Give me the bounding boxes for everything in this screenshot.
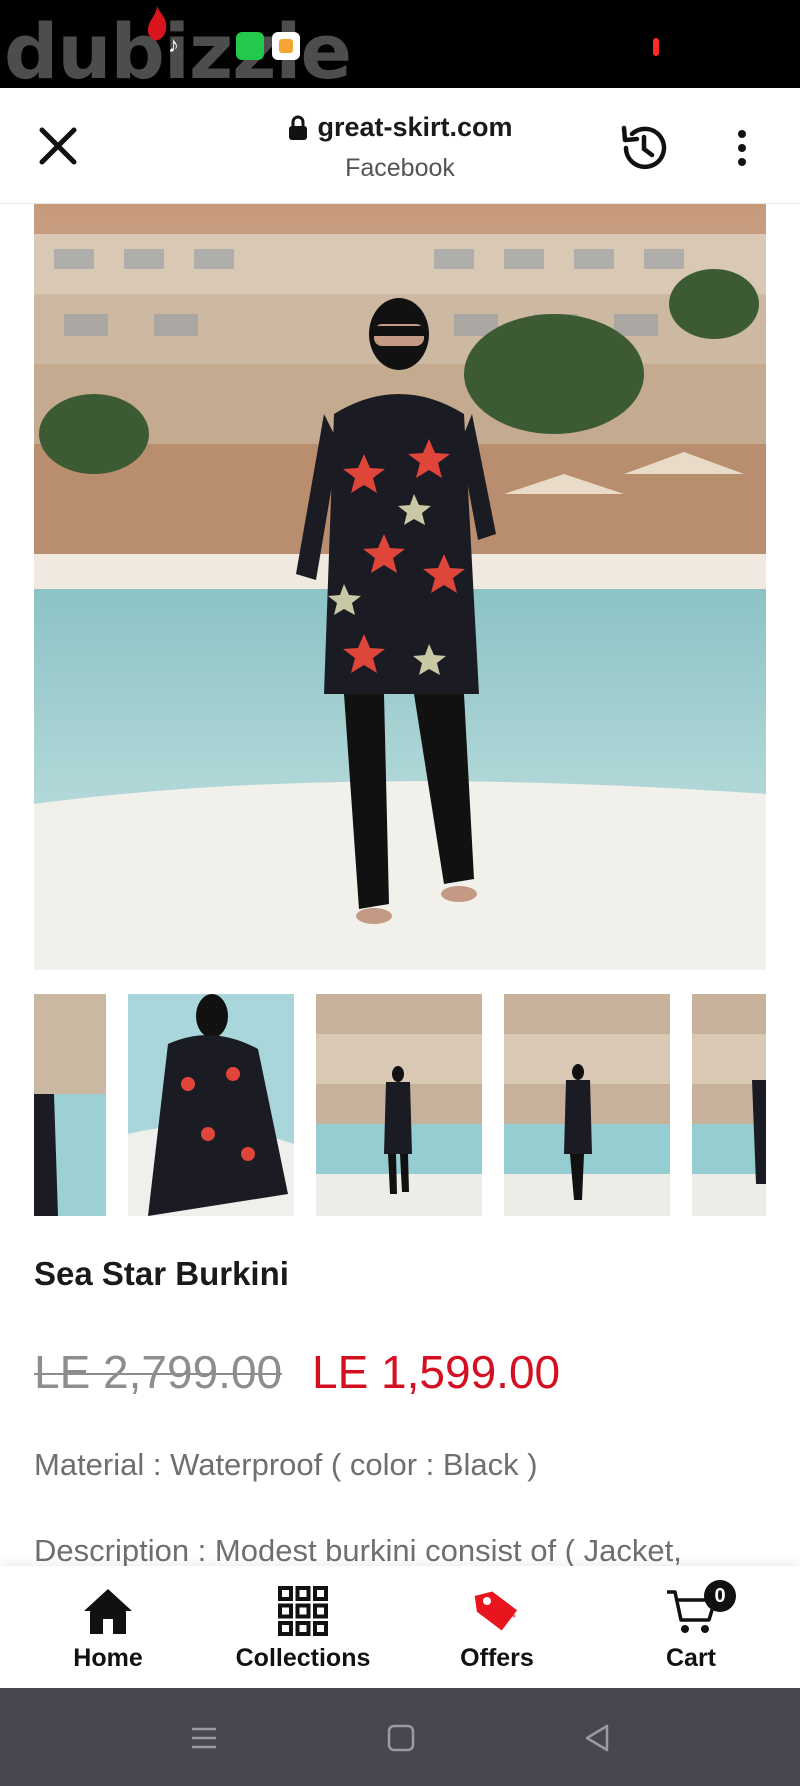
nav-home[interactable]: Home xyxy=(23,1584,193,1673)
tag-icon xyxy=(474,1591,518,1631)
original-price: LE 2,799.00 xyxy=(34,1346,283,1398)
nav-offers-label: Offers xyxy=(460,1644,534,1672)
product-main-image[interactable] xyxy=(34,204,766,970)
grid-icon xyxy=(278,1586,328,1636)
home-icon xyxy=(84,1589,132,1634)
browser-url-bar: great-skirt.com Facebook xyxy=(0,88,800,204)
product-description: Description : Modest burkini consist of … xyxy=(34,1533,682,1568)
home-button-icon[interactable] xyxy=(383,1720,419,1756)
status-bar: dubizzle ♪ xyxy=(0,0,800,90)
app-orange-icon xyxy=(272,32,300,60)
system-navigation-bar xyxy=(0,1688,800,1786)
lock-icon xyxy=(289,115,308,140)
nav-cart[interactable]: 0 Cart xyxy=(606,1580,776,1673)
nav-home-label: Home xyxy=(73,1644,143,1672)
product-title: Sea Star Burkini xyxy=(34,1255,289,1292)
thumbnail-strip xyxy=(34,994,766,1216)
product-material: Material : Waterproof ( color : Black ) xyxy=(34,1447,538,1482)
more-vert-icon[interactable] xyxy=(724,124,760,172)
record-dot-icon xyxy=(653,38,659,56)
url-area[interactable]: great-skirt.com Facebook xyxy=(230,112,570,183)
thumbnail-5[interactable] xyxy=(692,994,766,1216)
thumbnail-2[interactable] xyxy=(128,994,294,1216)
recent-apps-icon[interactable] xyxy=(186,1720,222,1756)
referrer-text: Facebook xyxy=(345,153,455,182)
nav-collections[interactable]: Collections xyxy=(218,1584,388,1673)
thumbnail-3[interactable] xyxy=(316,994,482,1216)
tiktok-icon: ♪ xyxy=(168,32,179,57)
nav-cart-label: Cart xyxy=(665,1644,716,1672)
app-green-icon xyxy=(236,32,264,60)
flame-icon xyxy=(147,6,167,41)
close-icon[interactable] xyxy=(34,122,82,170)
cart-count-badge: 0 xyxy=(704,1580,736,1612)
sale-price: LE 1,599.00 xyxy=(312,1346,561,1398)
back-icon[interactable] xyxy=(580,1720,616,1756)
nav-collections-label: Collections xyxy=(235,1644,371,1672)
nav-offers[interactable]: Offers xyxy=(412,1584,582,1673)
history-icon[interactable] xyxy=(616,120,672,176)
thumbnail-4[interactable] xyxy=(504,994,670,1216)
url-text: great-skirt.com xyxy=(317,112,513,142)
thumbnail-1[interactable] xyxy=(34,994,106,1216)
bottom-navigation: Home Collections Offers 0 Cart xyxy=(0,1566,800,1688)
